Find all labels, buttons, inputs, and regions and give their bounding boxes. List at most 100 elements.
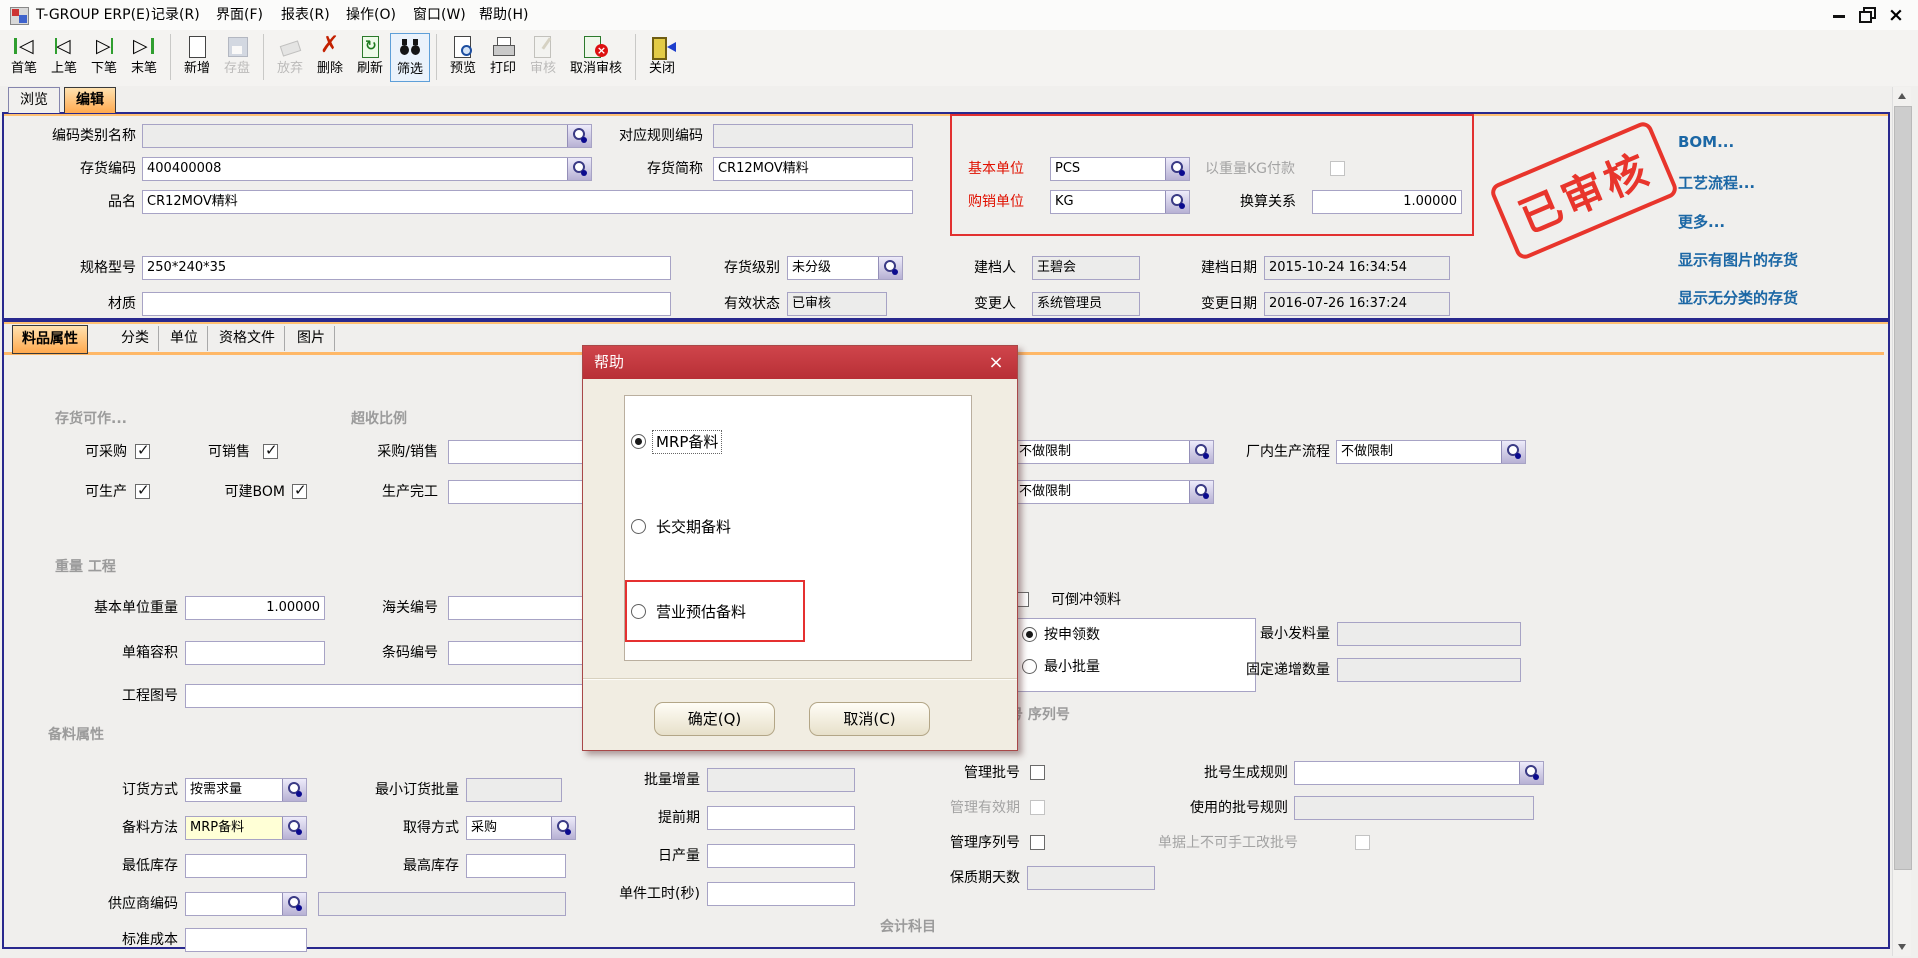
subtab-image[interactable]: 图片: [288, 326, 335, 351]
std-cost-input[interactable]: [185, 928, 307, 952]
prepare-method-dropdown[interactable]: MRP备料: [185, 816, 307, 840]
trade-unit-dropdown[interactable]: KG: [1050, 190, 1190, 214]
next-record-button[interactable]: 下笔: [84, 33, 124, 82]
scroll-up-icon[interactable]: [1893, 87, 1911, 105]
producible-checkbox[interactable]: [135, 484, 150, 499]
lookup-icon[interactable]: [1519, 762, 1543, 784]
toolbar-label: 存盘: [224, 61, 250, 77]
supplier-code-dropdown[interactable]: [185, 892, 307, 916]
label-obtain-mode: 取得方式: [380, 816, 459, 840]
scroll-down-icon[interactable]: [1893, 938, 1911, 956]
subtab-unit[interactable]: 单位: [161, 326, 208, 351]
option-long-leadtime-radio[interactable]: [631, 519, 646, 534]
save-button: 存盘: [217, 33, 257, 82]
batch-rule-dropdown[interactable]: [1294, 761, 1544, 785]
item-name-input[interactable]: CR12MOV精料: [142, 190, 913, 214]
restriction1-dropdown[interactable]: 不做限制: [1014, 440, 1214, 464]
item-abbr-input[interactable]: CR12MOV精料: [713, 157, 913, 181]
option-mrp-label[interactable]: MRP备料: [653, 431, 721, 453]
conversion-input[interactable]: 1.00000: [1312, 190, 1462, 214]
first-record-button[interactable]: 首笔: [4, 33, 44, 82]
minimize-icon[interactable]: [1833, 15, 1845, 18]
label-create-date: 建档日期: [1181, 256, 1257, 280]
sellable-checkbox[interactable]: [263, 444, 278, 459]
prev-record-button[interactable]: 上笔: [44, 33, 84, 82]
level-dropdown[interactable]: 未分级: [787, 256, 903, 280]
restore-icon[interactable]: [1859, 7, 1874, 20]
dialog-ok-button[interactable]: 确定(Q): [654, 702, 775, 736]
link-show-unclassified[interactable]: 显示无分类的存货: [1678, 287, 1798, 308]
lead-time-input[interactable]: [707, 806, 855, 830]
prev-record-icon: [49, 34, 79, 61]
purchasable-checkbox[interactable]: [135, 444, 150, 459]
spec-input[interactable]: 250*240*35: [142, 256, 671, 280]
menu-interface[interactable]: 界面(F): [216, 0, 263, 30]
menu-report[interactable]: 报表(R): [281, 0, 330, 30]
menu-window[interactable]: 窗口(W): [413, 0, 466, 30]
max-stock-input[interactable]: [466, 854, 566, 878]
refresh-button[interactable]: 刷新: [350, 33, 390, 82]
lookup-icon[interactable]: [551, 817, 575, 839]
link-process[interactable]: 工艺流程...: [1678, 172, 1755, 193]
base-unit-weight-input[interactable]: 1.00000: [185, 596, 325, 620]
item-code-input[interactable]: 400400008: [142, 157, 592, 181]
link-more[interactable]: 更多...: [1678, 211, 1725, 232]
close-button[interactable]: 关闭: [642, 33, 682, 82]
dialog-title-bar[interactable]: 帮助 ×: [583, 346, 1017, 379]
material-input[interactable]: [142, 292, 671, 316]
menu-help[interactable]: 帮助(H): [479, 0, 528, 30]
option-long-leadtime-label[interactable]: 长交期备料: [653, 516, 734, 538]
dialog-cancel-button[interactable]: 取消(C): [809, 702, 930, 736]
toolbar-label: 下笔: [91, 61, 117, 77]
menu-record[interactable]: 记录(R): [151, 0, 200, 30]
subtab-qualification[interactable]: 资格文件: [210, 326, 285, 351]
filter-button[interactable]: 筛选: [390, 33, 430, 82]
vertical-scrollbar[interactable]: [1892, 87, 1911, 956]
subtab-classification[interactable]: 分类: [112, 326, 159, 351]
factory-flow-dropdown[interactable]: 不做限制: [1336, 440, 1526, 464]
lookup-icon[interactable]: [878, 257, 902, 279]
delete-button[interactable]: 删除: [310, 33, 350, 82]
lookup-icon[interactable]: [282, 817, 306, 839]
link-bom[interactable]: BOM...: [1678, 133, 1734, 151]
menu-tgroup-erp[interactable]: T-GROUP ERP(E): [36, 0, 150, 30]
lookup-icon[interactable]: [1189, 441, 1213, 463]
box-volume-input[interactable]: [185, 641, 325, 665]
menu-operation[interactable]: 操作(O): [346, 0, 396, 30]
unit-hours-input[interactable]: [707, 882, 855, 906]
manage-serial-checkbox[interactable]: [1030, 835, 1045, 850]
lookup-icon[interactable]: [282, 779, 306, 801]
scrollbar-thumb[interactable]: [1894, 106, 1912, 870]
order-mode-dropdown[interactable]: 按需求量: [185, 778, 307, 802]
obtain-mode-dropdown[interactable]: 采购: [466, 816, 576, 840]
lookup-icon[interactable]: [1501, 441, 1525, 463]
option-mrp-radio[interactable]: [631, 434, 646, 449]
manage-batch-checkbox[interactable]: [1030, 765, 1045, 780]
lookup-icon[interactable]: [567, 125, 591, 147]
daily-output-input[interactable]: [707, 844, 855, 868]
tab-edit[interactable]: 编辑: [64, 87, 116, 113]
lookup-icon[interactable]: [282, 893, 306, 915]
min-stock-input[interactable]: [185, 854, 307, 878]
lookup-icon[interactable]: [567, 158, 591, 180]
lookup-icon[interactable]: [1189, 481, 1213, 503]
last-record-button[interactable]: 末笔: [124, 33, 164, 82]
print-button[interactable]: 打印: [483, 33, 523, 82]
bom-allowed-checkbox[interactable]: [292, 484, 307, 499]
dialog-close-icon[interactable]: ×: [983, 346, 1009, 379]
audit-doc-icon: [528, 34, 558, 61]
lookup-icon[interactable]: [1165, 158, 1189, 180]
restriction2-dropdown[interactable]: 不做限制: [1014, 480, 1214, 504]
lookup-icon[interactable]: [1165, 191, 1189, 213]
issue-by-minbatch-radio[interactable]: [1022, 659, 1037, 674]
preview-button[interactable]: 预览: [443, 33, 483, 82]
subtab-item-attributes[interactable]: 料品属性: [12, 325, 88, 354]
close-window-icon[interactable]: ×: [1886, 3, 1906, 27]
new-button[interactable]: 新增: [177, 33, 217, 82]
coding-category-input[interactable]: [142, 124, 592, 148]
link-show-with-images[interactable]: 显示有图片的存货: [1678, 249, 1798, 270]
issue-by-request-radio[interactable]: [1022, 627, 1037, 642]
base-unit-dropdown[interactable]: PCS: [1050, 157, 1190, 181]
cancel-audit-button[interactable]: 取消审核: [563, 33, 629, 82]
tab-browse[interactable]: 浏览: [8, 87, 60, 113]
